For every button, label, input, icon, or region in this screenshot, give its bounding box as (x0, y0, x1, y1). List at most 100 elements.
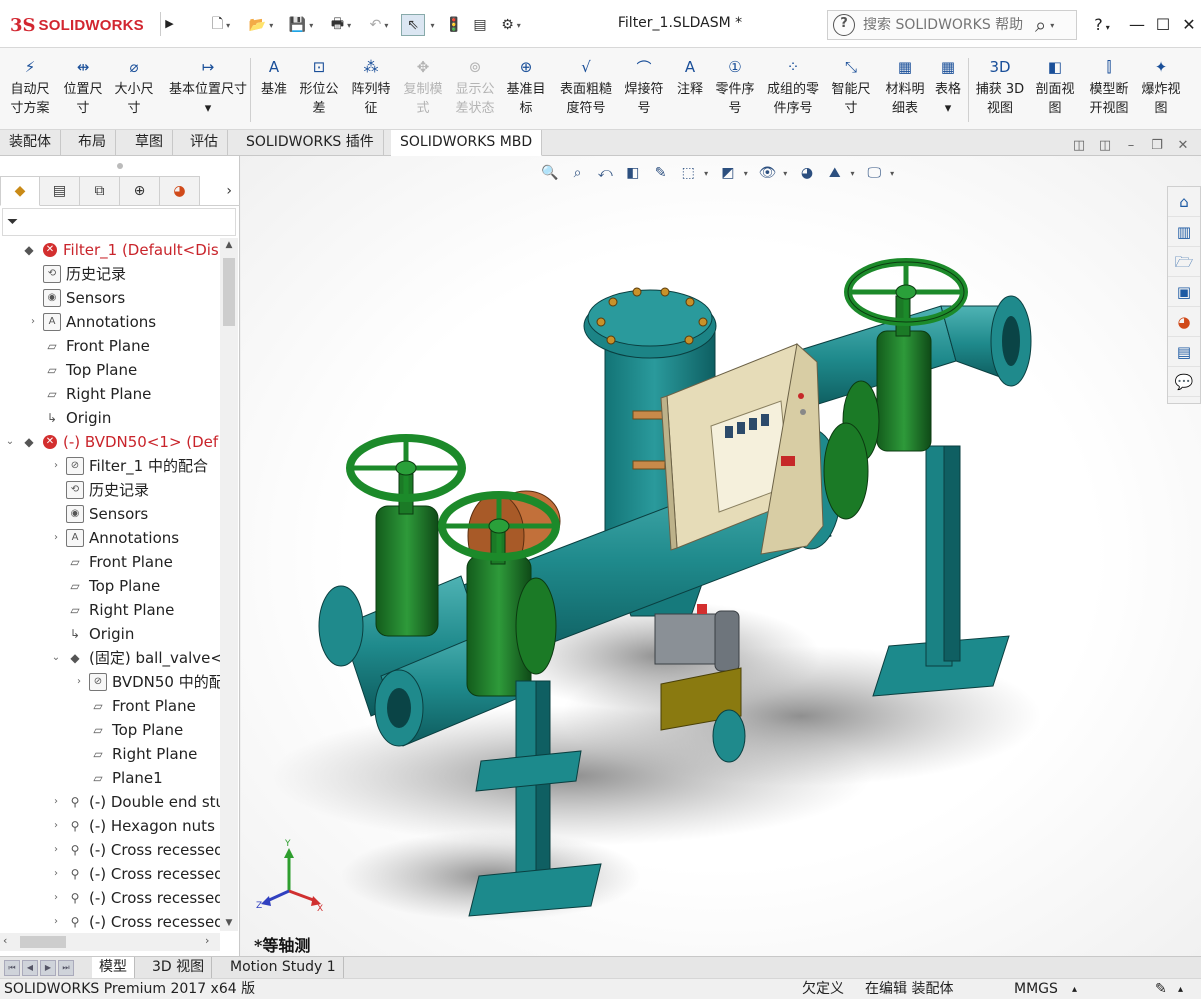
chevron-right-icon[interactable]: › (50, 790, 62, 814)
tree-filter[interactable]: ⏷ (2, 208, 236, 236)
property-manager-tab[interactable]: ▤ (40, 176, 80, 206)
select-button[interactable]: ⇖ (401, 14, 425, 36)
graphics-area[interactable]: 🔍 ⌕ ⤺ ◧ ✎ ⬚▾ ◩▾ 👁▾ ◕ ⛰▾ 🖵▾ ◫ (241, 156, 1201, 956)
chevron-right-icon[interactable]: › (50, 814, 62, 838)
basic-location-dimension-button[interactable]: ↦ 基本位置尺寸 ▾ (164, 56, 252, 126)
tree-item[interactable]: ◉ Sensors (27, 286, 125, 310)
smart-dimension-button[interactable]: ⤡ 智能尺寸 (827, 56, 875, 126)
balloon-button[interactable]: ① 零件序号 (711, 56, 759, 126)
tree-item[interactable]: ▱ Front Plane (27, 334, 149, 358)
tree-item[interactable]: ⟲ 历史记录 (50, 478, 149, 502)
appearances-icon[interactable]: ◕ (1168, 307, 1200, 337)
chevron-right-icon[interactable]: › (50, 862, 62, 886)
panel-grip[interactable] (117, 163, 123, 169)
copy-scheme-button[interactable]: ✥ 复制模式 (399, 56, 447, 126)
solidworks-logo[interactable]: 3S SOLIDWORKS (10, 12, 155, 38)
chevron-right-icon[interactable]: › (200, 176, 240, 206)
tree-item[interactable]: › ⚲ (-) Cross recessed he (50, 838, 220, 862)
size-dimension-button[interactable]: ⌀ 大小尺寸 (110, 56, 158, 126)
chevron-right-icon[interactable]: › (50, 526, 62, 550)
tree-item[interactable]: ▱ Top Plane (27, 358, 137, 382)
unit-system-arrow-icon[interactable]: ▴ (1072, 979, 1077, 999)
design-library-icon[interactable]: ▥ (1168, 217, 1200, 247)
customize-status-icon[interactable]: ✎ (1155, 979, 1167, 999)
close-button[interactable]: ✕ (1176, 12, 1201, 38)
last-tab-icon[interactable]: ⏭ (58, 960, 74, 976)
tree-vertical-scrollbar[interactable]: ▲ ▼ (220, 238, 238, 931)
table-button[interactable]: ▦ 表格 ▾ (933, 56, 963, 126)
minimize-button[interactable]: — (1124, 12, 1150, 38)
scroll-thumb[interactable] (20, 936, 66, 948)
note-button[interactable]: A 注释 (672, 56, 708, 126)
rebuild-button[interactable]: 🚦 (443, 14, 465, 36)
tab-layout[interactable]: 布局 (69, 130, 116, 156)
chevron-right-icon[interactable]: › (50, 910, 62, 934)
tree-item[interactable]: ▱ Top Plane (73, 718, 183, 742)
open-button[interactable]: 📂 ▾ (246, 14, 276, 36)
model-break-view-button[interactable]: ⫿ 模型断 开视图 (1085, 56, 1133, 126)
tree-item[interactable]: ⟲ 历史记录 (27, 262, 126, 286)
help-search-box[interactable]: ? ⌕ ▾ (827, 10, 1077, 40)
next-tab-icon[interactable]: ▶ (40, 960, 56, 976)
tree-item[interactable]: › ⚲ (-) Hexagon nuts gra (50, 814, 220, 838)
location-dimension-button[interactable]: ⇹ 位置尺寸 (58, 56, 108, 126)
tab-assembly[interactable]: 装配体 (0, 130, 61, 156)
tab-solidworks-mbd[interactable]: SOLIDWORKS MBD (391, 130, 543, 156)
tree-item[interactable]: › A Annotations (27, 310, 156, 334)
scroll-right-icon[interactable]: › (205, 934, 209, 947)
chevron-right-icon[interactable]: › (50, 838, 62, 862)
chevron-right-icon[interactable]: › (50, 886, 62, 910)
tree-item[interactable]: ▱ Right Plane (73, 742, 197, 766)
tree-item[interactable]: ↳ Origin (27, 406, 111, 430)
new-document-button[interactable]: 🗋 ▾ (206, 14, 236, 36)
bill-of-materials-button[interactable]: ▦ 材料明 细表 (880, 56, 930, 126)
tree-item[interactable]: › A Annotations (50, 526, 179, 550)
viewport-split-icon[interactable]: ◫ (1070, 138, 1088, 154)
search-icon[interactable]: ⌕ (1035, 13, 1046, 37)
tree-item[interactable]: ▱ Front Plane (73, 694, 195, 718)
chevron-right-icon[interactable]: › (50, 454, 62, 478)
document-restore-icon[interactable]: ❐ (1148, 138, 1166, 154)
select-dropdown[interactable]: ▾ (426, 14, 436, 36)
document-minimize-icon[interactable]: – (1122, 138, 1140, 154)
tab-model[interactable]: 模型 (92, 957, 135, 979)
pattern-feature-button[interactable]: ⁂ 阵列特征 (347, 56, 395, 126)
show-tolerance-status-button[interactable]: ⊚ 显示公 差状态 (451, 56, 499, 126)
tree-item[interactable]: ▱ Right Plane (27, 382, 151, 406)
tree-item[interactable]: ◉ Sensors (50, 502, 148, 526)
scroll-down-icon[interactable]: ▼ (220, 918, 238, 928)
dimxpert-manager-tab[interactable]: ⊕ (120, 176, 160, 206)
viewport-tile-icon[interactable]: ◫ (1096, 138, 1114, 154)
tree-item[interactable]: ›⊘ BVDN50 中的配合 (73, 670, 220, 694)
tree-item[interactable]: ▱ Front Plane (50, 550, 172, 574)
tab-motion-study-1[interactable]: Motion Study 1 (223, 957, 344, 979)
tree-item[interactable]: ▱ Plane1 (73, 766, 162, 790)
undo-button[interactable]: ↶ ▾ (362, 14, 396, 36)
auto-dimension-scheme-button[interactable]: ⚡ 自动尺 寸方案 (6, 56, 54, 126)
tab-evaluate[interactable]: 评估 (181, 130, 228, 156)
chevron-down-icon[interactable]: ⌄ (4, 430, 16, 454)
geometric-tolerance-button[interactable]: ⊡ 形位公差 (295, 56, 343, 126)
display-manager-tab[interactable]: ◕ (160, 176, 200, 206)
surface-finish-button[interactable]: √ 表面粗糙 度符号 (555, 56, 617, 126)
document-close-icon[interactable]: ✕ (1174, 138, 1192, 154)
datum-target-button[interactable]: ⊕ 基准目标 (502, 56, 550, 126)
tree-item[interactable]: ⌄ ◆ ✕ (-) BVDN50<1> (Def (4, 430, 218, 454)
status-arrow-icon[interactable]: ▴ (1178, 979, 1183, 999)
maximize-button[interactable]: ☐ (1150, 12, 1176, 38)
solidworks-resources-icon[interactable]: ⌂ (1168, 187, 1200, 217)
chevron-down-icon[interactable]: ▾ (1050, 21, 1054, 30)
tree-item[interactable]: ▱ Right Plane (50, 598, 174, 622)
first-tab-icon[interactable]: ⏮ (4, 960, 20, 976)
scroll-left-icon[interactable]: ‹ (3, 934, 7, 947)
chevron-right-icon[interactable]: › (27, 310, 39, 334)
help-search-mode-icon[interactable]: ? (833, 14, 855, 36)
tree-item[interactable]: › ⚲ (-) Double end studs (50, 790, 220, 814)
assembly-model[interactable]: Y X Z (241, 156, 1201, 956)
scroll-up-icon[interactable]: ▲ (220, 240, 238, 250)
tree-item[interactable]: › ⊘ Filter_1 中的配合 (50, 454, 208, 478)
tree-item[interactable]: › ⚲ (-) Cross recessed he (50, 886, 220, 910)
print-button[interactable]: 🖶 ▾ (324, 14, 358, 36)
datum-button[interactable]: A 基准 (256, 56, 292, 126)
tree-item[interactable]: › ⚲ (-) Cross recessed he (50, 910, 220, 934)
